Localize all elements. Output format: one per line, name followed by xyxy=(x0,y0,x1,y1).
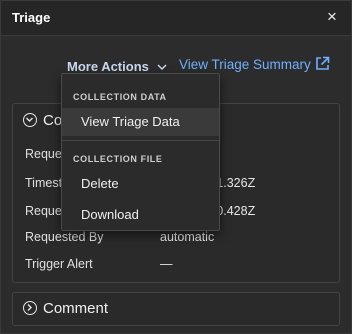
collapse-chevron-circle-icon xyxy=(23,113,37,127)
detail-label: Reque xyxy=(25,204,62,218)
more-actions-menu: COLLECTION DATA View Triage Data COLLECT… xyxy=(61,73,220,231)
detail-label: Requested By xyxy=(25,230,104,244)
details-card-title: Co xyxy=(43,112,63,129)
menu-section-header-collection-data: COLLECTION DATA xyxy=(73,92,167,102)
close-icon[interactable]: × xyxy=(322,7,342,27)
more-actions-button[interactable]: More Actions xyxy=(67,59,167,74)
detail-label: Timest xyxy=(25,176,63,190)
triage-panel: Triage × More Actions View Triage Summar… xyxy=(0,0,352,334)
panel-title: Triage xyxy=(12,10,51,25)
detail-label: Trigger Alert xyxy=(25,257,93,271)
panel-header: Triage × xyxy=(1,1,351,36)
menu-item-view-triage-data[interactable]: View Triage Data xyxy=(62,108,219,136)
view-triage-summary-label: View Triage Summary xyxy=(179,57,311,72)
menu-item-download[interactable]: Download xyxy=(62,201,219,229)
details-card-header[interactable]: Co xyxy=(23,112,62,129)
comment-card-title: Comment xyxy=(43,300,109,317)
detail-value: automatic xyxy=(160,230,215,244)
view-triage-summary-link[interactable]: View Triage Summary xyxy=(179,56,330,74)
more-actions-label: More Actions xyxy=(67,59,149,74)
expand-chevron-circle-icon xyxy=(23,301,37,315)
external-link-icon xyxy=(315,56,330,74)
comment-card: Comment xyxy=(12,292,340,326)
detail-value: — xyxy=(160,257,173,271)
comment-card-header[interactable]: Comment xyxy=(23,300,108,317)
menu-divider xyxy=(62,140,219,141)
menu-item-delete[interactable]: Delete xyxy=(62,170,219,198)
menu-section-header-collection-file: COLLECTION FILE xyxy=(73,154,163,164)
detail-label: Reque xyxy=(25,147,62,161)
